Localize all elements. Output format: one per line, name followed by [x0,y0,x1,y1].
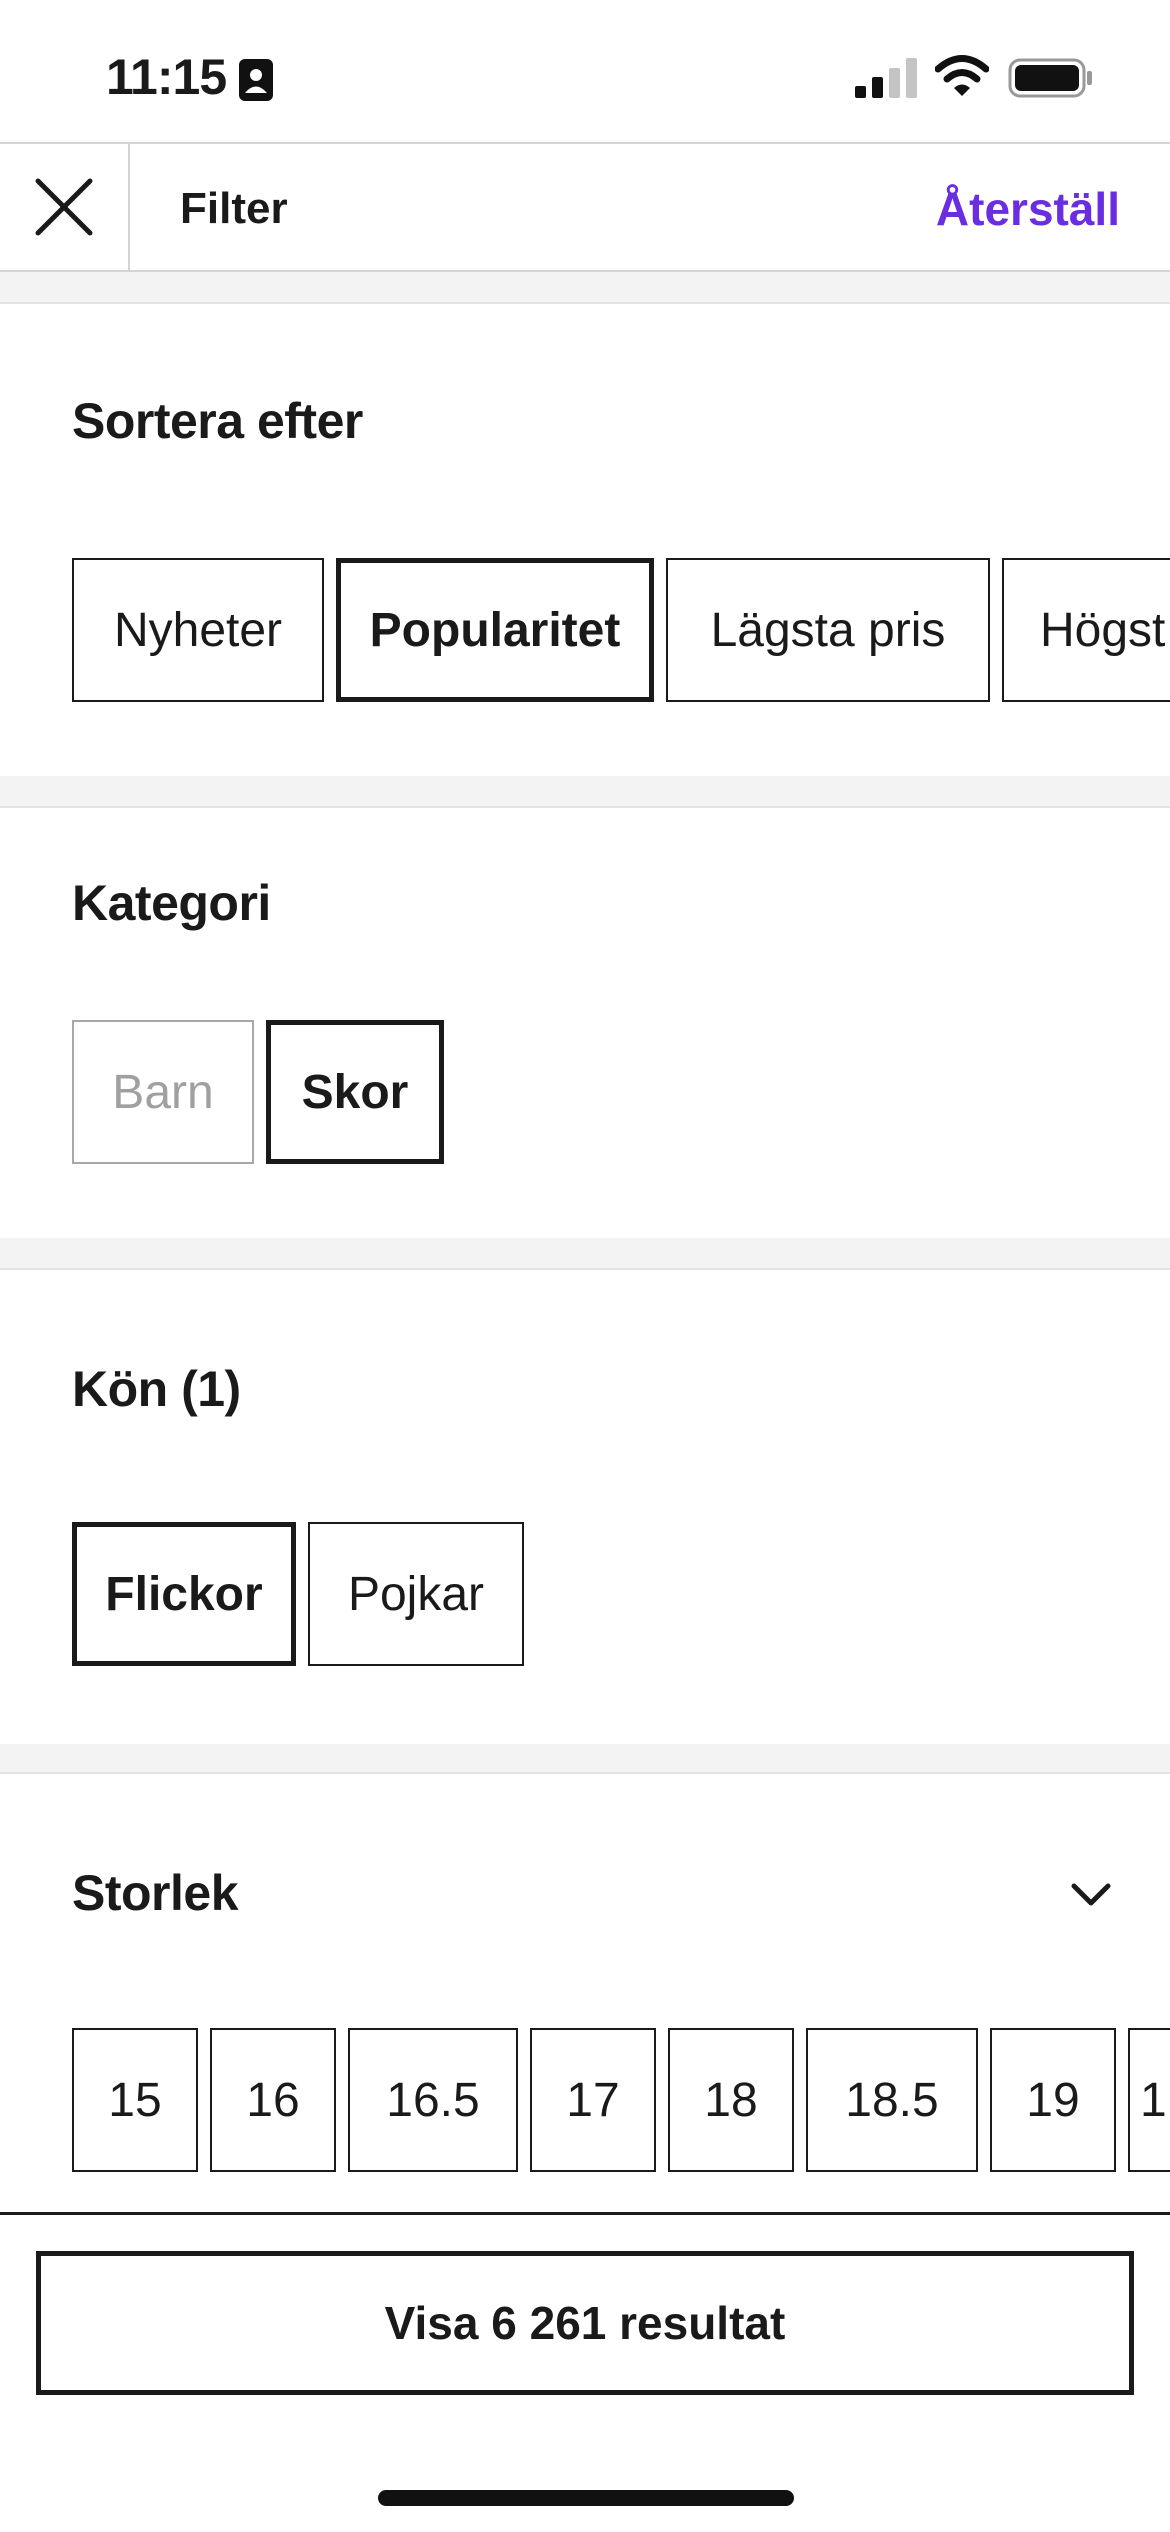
size-option[interactable]: 15 [72,2028,198,2172]
size-option[interactable]: 1 [1128,2028,1170,2172]
page-title: Filter [180,184,288,233]
size-option[interactable]: 18 [668,2028,794,2172]
status-time: 11:15 [106,49,227,105]
size-section-title: Storlek [72,1865,239,1921]
bottom-action-bar: Visa 6 261 resultat [0,2212,1170,2532]
category-section-title: Kategori [72,875,271,931]
sort-option-hogsta-pris[interactable]: Högst [1002,558,1170,702]
section-divider [0,1238,1170,1270]
cellular-signal-icon [855,58,917,98]
filter-screen: 11:15 Filter Återställ Sortera efter Nyh… [0,0,1170,2532]
section-divider [0,1744,1170,1774]
section-divider [0,272,1170,304]
close-button[interactable] [0,144,130,270]
battery-icon [1008,58,1092,98]
gender-option-pojkar[interactable]: Pojkar [308,1522,524,1666]
wifi-icon [935,55,989,96]
category-option-barn[interactable]: Barn [72,1020,254,1164]
sort-option-popularitet[interactable]: Popularitet [336,558,654,702]
show-results-button[interactable]: Visa 6 261 resultat [36,2251,1134,2395]
size-option[interactable]: 17 [530,2028,656,2172]
size-option[interactable]: 16.5 [348,2028,518,2172]
status-bar: 11:15 [0,0,1170,142]
home-indicator[interactable] [378,2490,794,2506]
section-divider [0,776,1170,808]
sort-option-lagsta-pris[interactable]: Lägsta pris [666,558,990,702]
size-option[interactable]: 16 [210,2028,336,2172]
sort-option-nyheter[interactable]: Nyheter [72,558,324,702]
contact-card-icon [239,59,273,101]
reset-button[interactable]: Återställ [936,182,1120,236]
gender-option-flickor[interactable]: Flickor [72,1522,296,1666]
category-option-skor[interactable]: Skor [266,1020,444,1164]
gender-section-title: Kön (1) [72,1361,241,1417]
size-option[interactable]: 18.5 [806,2028,978,2172]
filter-header: Filter Återställ [0,142,1170,272]
chevron-down-icon[interactable] [1068,1872,1114,1918]
size-option[interactable]: 19 [990,2028,1116,2172]
sort-section-title: Sortera efter [72,393,363,449]
close-icon [35,178,93,236]
